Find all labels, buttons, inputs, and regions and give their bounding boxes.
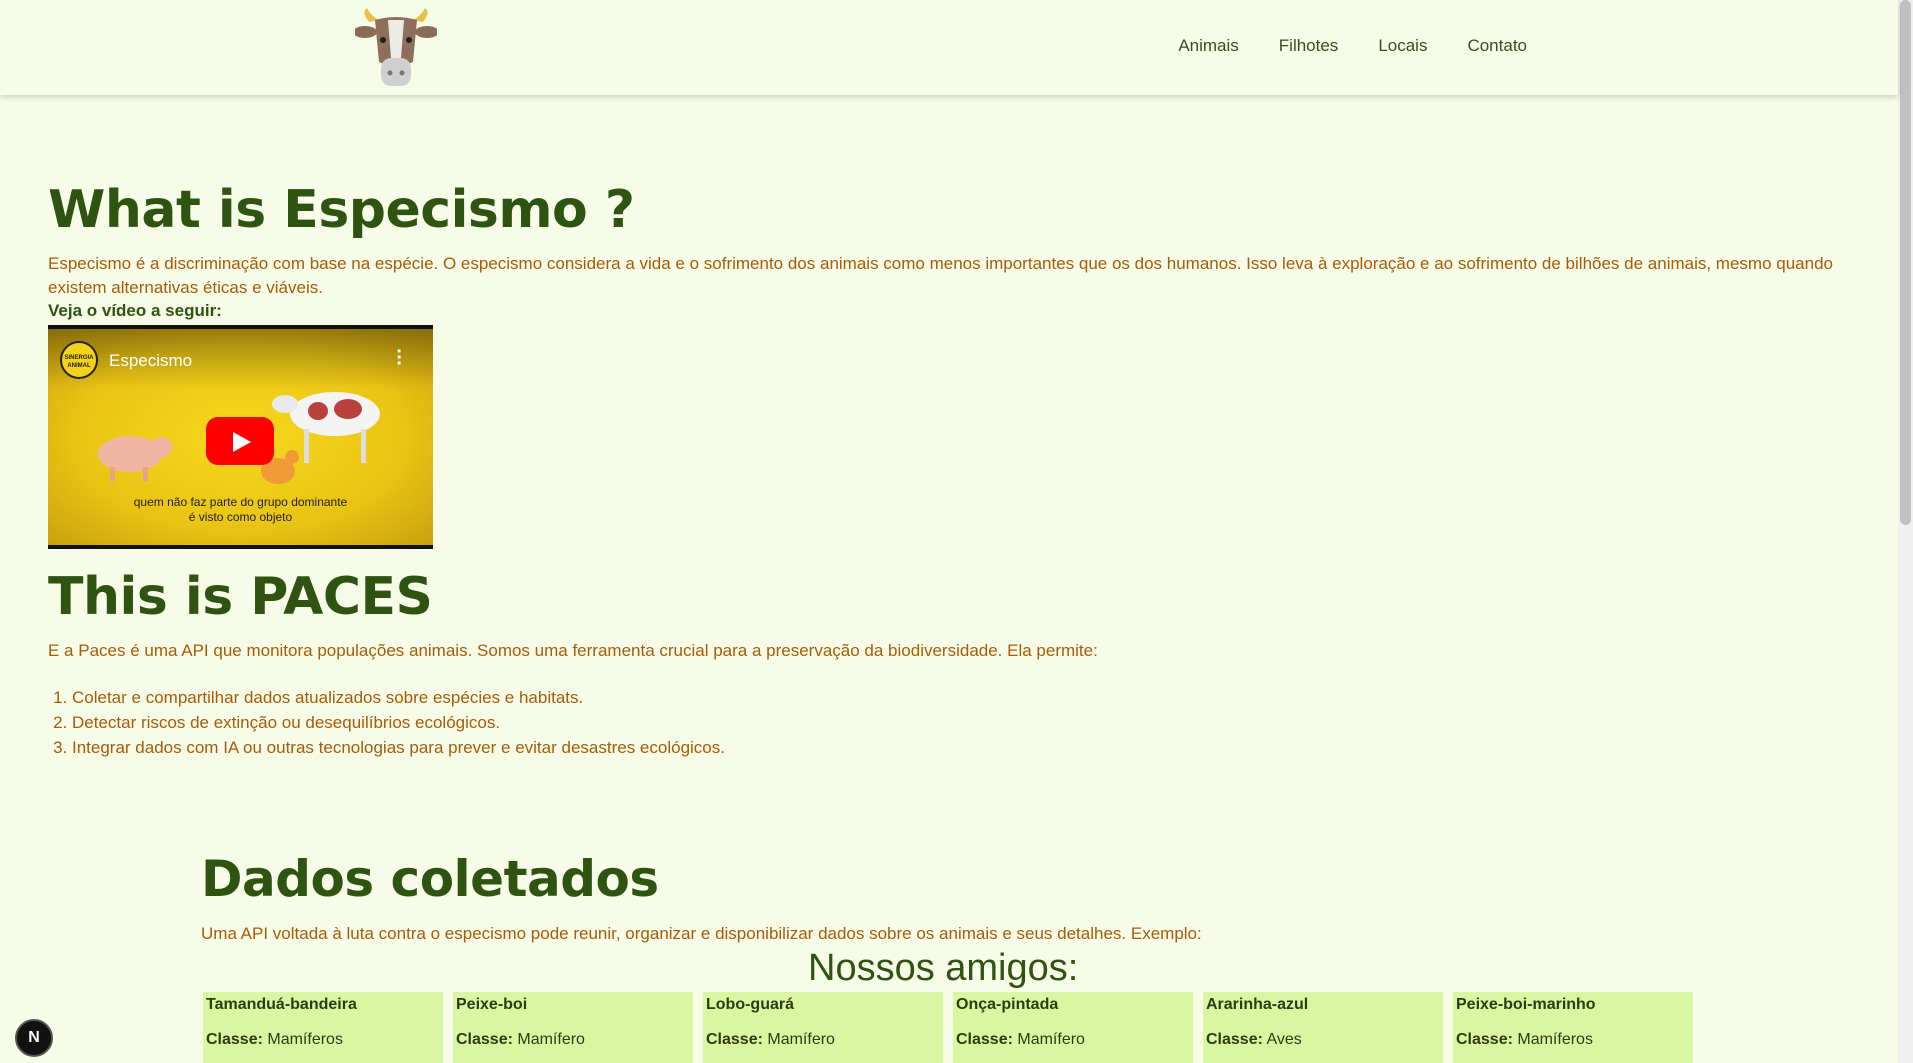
nextjs-dev-badge[interactable]: N (15, 1019, 53, 1057)
animal-class: Classe: Mamífero (956, 1031, 1190, 1049)
scrollbar-thumb[interactable] (1900, 0, 1911, 525)
animal-card[interactable]: Onça-pintada Classe: Mamífero (953, 992, 1193, 1063)
cow-logo-icon[interactable] (355, 8, 437, 88)
nav-link-contato[interactable]: Contato (1467, 36, 1527, 56)
especismo-title: What is Especismo ? (48, 180, 635, 240)
play-button[interactable] (206, 417, 274, 465)
more-options-icon[interactable]: · · · (396, 342, 403, 374)
video-label: Veja o vídeo a seguir: (48, 301, 222, 320)
channel-avatar[interactable]: SINERGIA ANIMAL (60, 341, 98, 379)
animal-name: Peixe-boi-marinho (1456, 996, 1596, 1013)
class-value: Mamíferos (267, 1031, 343, 1048)
dados-section: Dados coletados Uma API voltada à luta c… (201, 850, 1701, 946)
main-content: What is Especismo ? Especismo é a discri… (48, 180, 1868, 760)
animal-card[interactable]: Peixe-boi-marinho Classe: Mamíferos (1453, 992, 1693, 1063)
class-value: Mamífero (517, 1031, 585, 1048)
caption-line-2: é visto como objeto (188, 510, 293, 524)
especismo-text: Especismo é a discriminação com base na … (48, 254, 1833, 297)
dados-text: Uma API voltada à luta contra o especism… (201, 924, 1202, 943)
video-caption: quem não faz parte do grupo dominante é … (48, 495, 433, 525)
video-header (48, 329, 433, 389)
animal-card[interactable]: Tamanduá-bandeira Classe: Mamíferos (203, 992, 443, 1063)
nav-link-animais[interactable]: Animais (1178, 36, 1238, 56)
video-thumbnail[interactable]: SINERGIA ANIMAL Especismo · · · quem não f… (48, 329, 433, 545)
animal-class: Classe: Mamíferos (206, 1031, 440, 1049)
nossos-amigos-title: Nossos amigos: (808, 947, 1079, 989)
navbar: Animais Filhotes Locais Contato (0, 0, 1898, 95)
animal-name: Tamanduá-bandeira (206, 996, 357, 1013)
animal-card[interactable]: Ararinha-azul Classe: Aves (1203, 992, 1443, 1063)
list-item: Detectar riscos de extinção ou desequilí… (72, 710, 1868, 735)
paces-title: This is PACES (48, 567, 433, 627)
channel-name: SINERGIA ANIMAL (64, 355, 94, 369)
animal-cards: Tamanduá-bandeira Classe: Mamíferos Peix… (203, 992, 1693, 1063)
animal-card[interactable]: Peixe-boi Classe: Mamífero (453, 992, 693, 1063)
youtube-video-embed[interactable]: SINERGIA ANIMAL Especismo · · · quem não f… (48, 325, 433, 549)
animal-class: Classe: Mamíferos (1456, 1031, 1690, 1049)
class-value: Mamífero (1017, 1031, 1085, 1048)
page-scrollbar[interactable] (1898, 0, 1913, 1063)
class-label: Classe: (206, 1031, 263, 1048)
paces-features-list: Coletar e compartilhar dados atualizados… (72, 685, 1868, 760)
class-value: Aves (1266, 1031, 1302, 1048)
animal-class: Classe: Mamífero (456, 1031, 690, 1049)
animal-card[interactable]: Lobo-guará Classe: Mamífero (703, 992, 943, 1063)
animal-name: Lobo-guará (706, 996, 794, 1013)
class-label: Classe: (456, 1031, 513, 1048)
class-label: Classe: (706, 1031, 763, 1048)
animal-class: Classe: Aves (1206, 1031, 1440, 1049)
nav-links: Animais Filhotes Locais Contato (1178, 36, 1527, 56)
class-value: Mamífero (767, 1031, 835, 1048)
animal-name: Peixe-boi (456, 996, 528, 1013)
paces-text: E a Paces é uma API que monitora populaç… (48, 641, 1098, 660)
nav-link-locais[interactable]: Locais (1378, 36, 1427, 56)
animal-name: Onça-pintada (956, 996, 1059, 1013)
class-label: Classe: (1206, 1031, 1263, 1048)
animal-class: Classe: Mamífero (706, 1031, 940, 1049)
caption-line-1: quem não faz parte do grupo dominante (133, 495, 348, 509)
list-item: Integrar dados com IA ou outras tecnolog… (72, 735, 1868, 760)
dados-title: Dados coletados (201, 850, 659, 908)
animal-name: Ararinha-azul (1206, 996, 1309, 1013)
video-title[interactable]: Especismo (109, 351, 192, 371)
class-label: Classe: (956, 1031, 1013, 1048)
list-item: Coletar e compartilhar dados atualizados… (72, 685, 1868, 710)
class-label: Classe: (1456, 1031, 1513, 1048)
nav-link-filhotes[interactable]: Filhotes (1279, 36, 1339, 56)
class-value: Mamíferos (1517, 1031, 1593, 1048)
